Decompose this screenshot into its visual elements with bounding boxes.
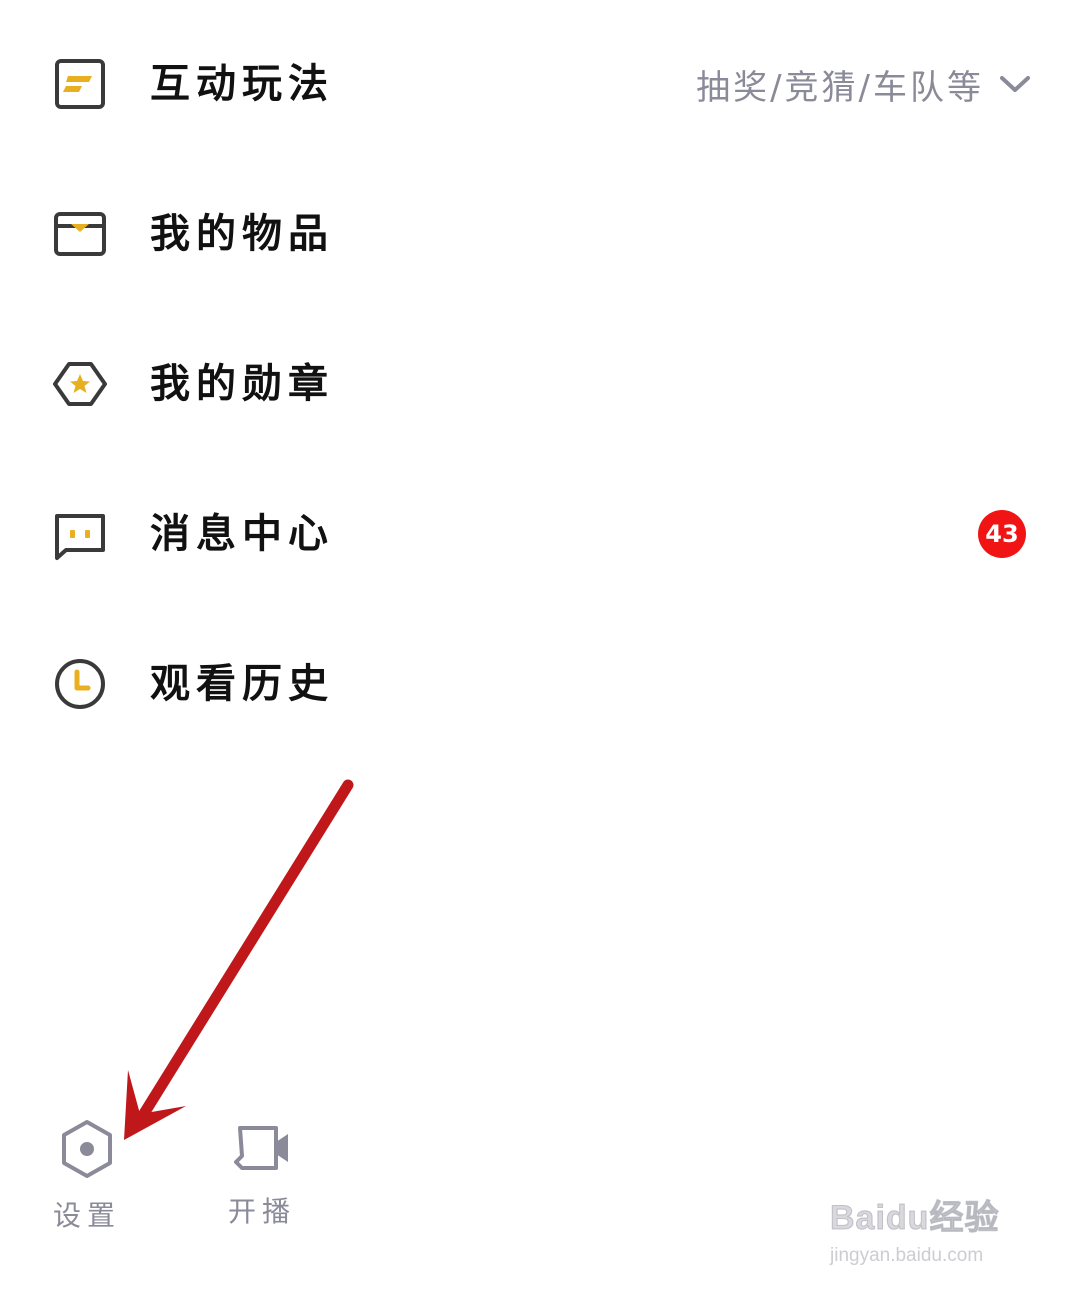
start-broadcast-button[interactable]: 开播 [207, 1120, 317, 1240]
watermark-brand: Baidu经验 [830, 1199, 1000, 1238]
broadcast-label: 开播 [227, 1195, 296, 1228]
interactive-play-icon [52, 56, 108, 112]
menu-item-messages[interactable]: 消息中心 43 [0, 479, 1080, 589]
interactive-extra-text: 抽奖/竞猜/车队等 [696, 67, 984, 108]
settings-label: 设置 [52, 1199, 121, 1232]
video-camera-icon [234, 1126, 288, 1170]
clock-icon [52, 656, 108, 712]
settings-button[interactable]: 设置 [32, 1118, 142, 1238]
menu-item-interactive[interactable]: 互动玩法 抽奖/竞猜/车队等 [0, 29, 1080, 139]
settings-hexagon-icon [62, 1120, 112, 1178]
watermark-url: jingyan.baidu.com [830, 1245, 984, 1266]
menu-item-label: 我的勋章 [150, 361, 334, 407]
menu-item-label: 消息中心 [150, 511, 334, 557]
interactive-dropdown[interactable]: 抽奖/竞猜/车队等 [696, 60, 1032, 109]
chevron-down-icon [1000, 76, 1030, 92]
menu-item-items[interactable]: 我的物品 [0, 179, 1080, 289]
menu-item-badges[interactable]: 我的勋章 [0, 329, 1080, 439]
menu-item-label: 观看历史 [150, 661, 334, 707]
menu-item-label: 互动玩法 [150, 61, 334, 107]
menu-item-history[interactable]: 观看历史 [0, 629, 1080, 739]
menu-item-label: 我的物品 [150, 211, 334, 257]
unread-count-badge: 43 [978, 510, 1026, 558]
baidu-watermark: Baidu经验 jingyan.baidu.com [830, 1190, 1030, 1280]
message-bubble-icon [52, 506, 108, 562]
side-menu-page: 互动玩法 抽奖/竞猜/车队等 我的物品 我的勋章 消息中心 43 观看历史 设置… [0, 0, 1080, 1300]
gift-box-icon [52, 206, 108, 262]
medal-hexagon-star-icon [52, 356, 108, 412]
